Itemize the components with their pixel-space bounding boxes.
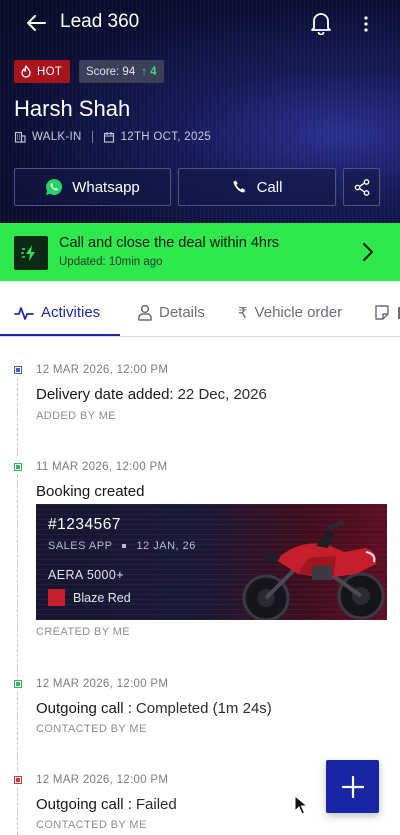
lead-meta: WALK-IN 12TH OCT, 2025 <box>14 131 211 143</box>
tab-activities-label: Activities <box>41 304 101 321</box>
call-button[interactable]: Call <box>178 168 336 206</box>
tab-bar: Activities Details ₹ Vehicle order <box>0 288 400 337</box>
hot-label: HOT <box>37 65 63 78</box>
flash-timer-icon <box>21 245 35 261</box>
timeline-connector <box>17 475 18 682</box>
share-button[interactable] <box>343 168 380 206</box>
vehicle-model: AERA 5000+ <box>48 568 124 582</box>
whatsapp-button[interactable]: Whatsapp <box>14 168 171 206</box>
vehicle-color: Blaze Red <box>48 589 131 606</box>
add-activity-button[interactable] <box>326 760 379 813</box>
share-icon <box>354 178 369 196</box>
event-actor: CREATED BY ME <box>36 626 131 638</box>
event-title-text: Delivery date added: <box>36 386 174 403</box>
booking-meta: SALES APP 12 JAN, 26 <box>48 540 196 552</box>
color-swatch <box>48 589 65 606</box>
booking-id: #1234567 <box>48 516 121 533</box>
back-arrow-icon <box>27 15 46 31</box>
timeline-dot <box>14 680 22 688</box>
page-title: Lead 360 <box>60 11 140 32</box>
meta-dot <box>122 544 127 548</box>
booking-card[interactable]: #1234567 SALES APP 12 JAN, 26 AERA 5000+… <box>36 504 387 620</box>
lead-header: Lead 360 HOT Score: 94 ↑ 4 Harsh Shah WA… <box>0 0 400 223</box>
more-options-button[interactable] <box>356 12 376 36</box>
flame-icon <box>21 65 31 78</box>
event-actor: CONTACTED BY ME <box>36 819 147 831</box>
event-actor: CONTACTED BY ME <box>36 723 147 735</box>
bell-icon <box>311 13 331 36</box>
event-title: Booking created <box>36 483 145 500</box>
lead-date: 12TH OCT, 2025 <box>120 131 212 143</box>
tab-details-label: Details <box>159 304 205 321</box>
motorcycle-image <box>242 520 385 620</box>
activity-pulse-icon <box>14 306 34 320</box>
banner-updated: Updated: 10min ago <box>59 256 163 268</box>
mouse-cursor-icon <box>294 795 308 815</box>
user-icon <box>138 304 152 321</box>
event-timestamp: 11 MAR 2026, 12:00 PM <box>36 461 168 473</box>
deal-banner[interactable]: Call and close the deal within 4hrs Upda… <box>0 223 400 281</box>
whatsapp-icon <box>46 178 63 195</box>
event-value: Failed <box>135 796 177 813</box>
tab-overflow[interactable] <box>375 288 400 337</box>
plus-icon <box>341 775 364 798</box>
banner-icon-box <box>14 236 48 270</box>
tab-details[interactable]: Details <box>138 288 205 337</box>
hot-badge: HOT <box>14 60 71 83</box>
score-label: Score: 94 <box>86 65 136 78</box>
lead-source: WALK-IN <box>32 131 82 143</box>
score-delta: ↑ 4 <box>141 65 157 78</box>
event-value: 22 Dec, 2026 <box>177 386 267 403</box>
note-icon <box>375 305 389 320</box>
rupee-icon: ₹ <box>238 304 248 322</box>
event-timestamp: 12 MAR 2026, 12:00 PM <box>36 774 169 786</box>
more-vertical-icon <box>364 16 368 32</box>
call-label: Call <box>256 178 283 196</box>
timeline-connector <box>17 378 18 456</box>
lead-name: Harsh Shah <box>14 96 131 121</box>
event-title: Outgoing call : Failed <box>36 796 177 813</box>
phone-icon <box>232 180 245 193</box>
banner-title: Call and close the deal within 4hrs <box>59 235 280 251</box>
event-timestamp: 12 MAR 2026, 12:00 PM <box>36 364 169 376</box>
event-value: Completed (1m 24s) <box>135 700 272 717</box>
back-button[interactable] <box>22 10 50 36</box>
vehicle-color-name: Blaze Red <box>73 590 131 605</box>
timeline-dot <box>14 776 22 784</box>
score-badge: Score: 94 ↑ 4 <box>79 60 164 83</box>
notifications-button[interactable] <box>310 11 334 37</box>
timeline-connector <box>17 692 18 770</box>
chevron-right-icon <box>363 243 373 261</box>
meta-divider <box>91 131 93 143</box>
event-actor: ADDED BY ME <box>36 410 116 422</box>
booking-source: SALES APP <box>48 540 113 552</box>
event-timestamp: 12 MAR 2026, 12:00 PM <box>36 678 169 690</box>
whatsapp-label: Whatsapp <box>72 178 140 196</box>
timeline-dot <box>14 463 22 471</box>
timeline-connector <box>17 788 18 835</box>
calendar-icon <box>103 132 114 143</box>
tab-vehicle-order[interactable]: ₹ Vehicle order <box>238 288 342 337</box>
active-tab-indicator <box>0 334 120 336</box>
tab-activities[interactable]: Activities <box>14 288 100 337</box>
building-icon <box>14 131 26 143</box>
booking-date: 12 JAN, 26 <box>136 540 196 552</box>
event-title-text: Outgoing call : <box>36 796 132 813</box>
tab-vehicle-order-label: Vehicle order <box>254 304 343 321</box>
timeline-dot <box>14 366 22 374</box>
event-title: Outgoing call : Completed (1m 24s) <box>36 700 272 717</box>
event-title-text: Outgoing call : <box>36 700 132 717</box>
top-bar: Lead 360 <box>0 0 400 46</box>
event-title: Delivery date added: 22 Dec, 2026 <box>36 386 267 403</box>
